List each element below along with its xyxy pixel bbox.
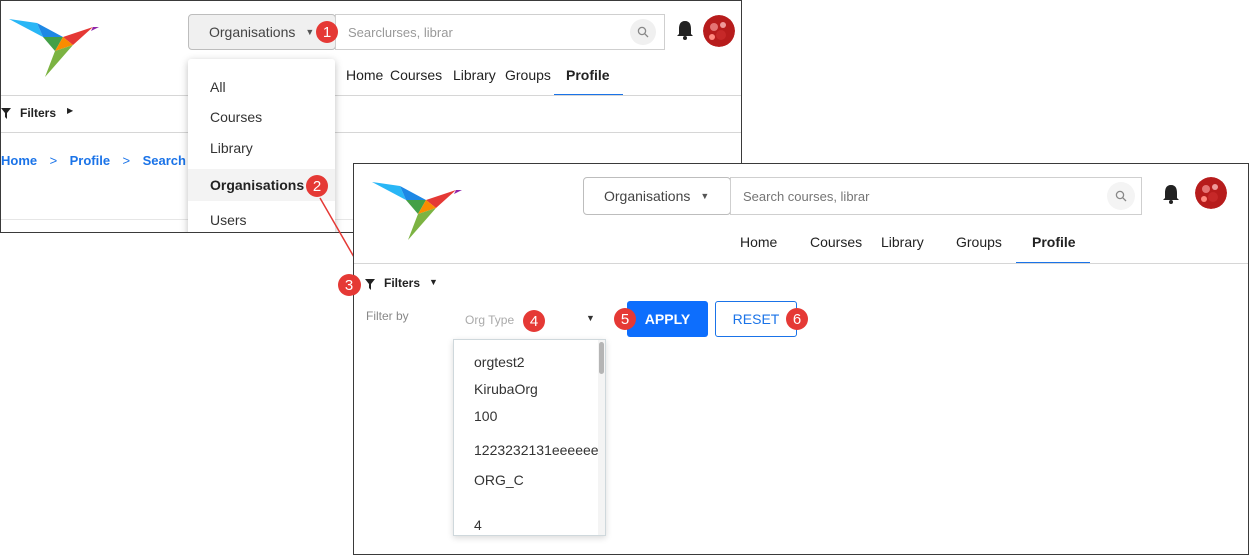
org-type-option[interactable]: 100 xyxy=(474,408,497,424)
org-type-placeholder: Org Type xyxy=(465,313,515,327)
org-type-option[interactable]: KirubaOrg xyxy=(474,381,538,397)
bell-icon[interactable] xyxy=(675,19,695,46)
chevron-down-icon: ▼ xyxy=(429,277,438,287)
list-scrollbar-thumb[interactable] xyxy=(599,342,604,374)
callout-1: 1 xyxy=(316,21,338,43)
apply-button[interactable]: APPLY xyxy=(627,301,708,337)
nav-home[interactable]: Home xyxy=(346,67,383,83)
org-type-options-list[interactable]: orgtest2 KirubaOrg 100 1223232131eeeeeee… xyxy=(453,339,606,536)
filters-toggle[interactable]: Filters xyxy=(20,106,56,120)
breadcrumb-home[interactable]: Home xyxy=(1,153,37,168)
nav-home[interactable]: Home xyxy=(740,234,777,250)
search-input[interactable]: Searclurses, librar xyxy=(336,25,630,40)
avatar[interactable] xyxy=(1195,177,1227,209)
dropdown-item-all[interactable]: All xyxy=(188,79,335,95)
nav-groups[interactable]: Groups xyxy=(956,234,1002,250)
breadcrumb-search[interactable]: Search xyxy=(143,153,186,168)
callout-4: 4 xyxy=(523,310,545,332)
header-divider xyxy=(354,263,1248,264)
filter-icon xyxy=(1,106,11,124)
organisations-dropdown-button[interactable]: Organisations ▼ xyxy=(583,177,731,215)
filter-by-label: Filter by xyxy=(366,309,409,323)
org-button-label: Organisations xyxy=(209,24,296,40)
org-type-option[interactable]: ORG_C xyxy=(474,472,524,488)
filters-divider xyxy=(1,132,741,133)
nav-library[interactable]: Library xyxy=(881,234,924,250)
callout-5: 5 xyxy=(614,308,636,330)
nav-courses[interactable]: Courses xyxy=(390,67,442,83)
header-divider xyxy=(1,95,741,96)
chevron-down-icon: ▼ xyxy=(700,191,710,201)
caret-right-icon: ▶ xyxy=(67,106,74,115)
search-bar xyxy=(730,177,1142,215)
search-placeholder: Searcl xyxy=(348,24,385,40)
org-type-option[interactable]: 1223232131eeeeeee xyxy=(474,442,605,458)
organisations-dropdown-button[interactable]: Organisations ▼ xyxy=(188,14,336,50)
avatar[interactable] xyxy=(703,15,735,47)
chevron-down-icon: ▼ xyxy=(586,313,595,323)
org-type-option[interactable]: 4 xyxy=(474,517,482,533)
search-placeholder-rest: urses, librar xyxy=(384,24,453,40)
breadcrumb-profile[interactable]: Profile xyxy=(70,153,110,168)
filter-icon xyxy=(365,277,375,295)
hummingbird-logo[interactable] xyxy=(370,178,462,244)
org-button-label: Organisations xyxy=(604,188,691,204)
breadcrumb-chevron-icon: > xyxy=(122,153,131,168)
search-icon[interactable] xyxy=(1107,182,1135,210)
callout-3-overlay: 3 xyxy=(338,274,360,296)
chevron-down-icon: ▼ xyxy=(305,27,315,37)
search-bar: Searclurses, librar xyxy=(335,14,665,50)
bell-icon[interactable] xyxy=(1161,183,1181,210)
nav-courses[interactable]: Courses xyxy=(810,234,862,250)
callout-6: 6 xyxy=(786,308,808,330)
screenshot-filter-panel: Organisations ▼ Home Courses Library Gro… xyxy=(353,163,1249,555)
search-scope-dropdown: All Courses Library Organisations Users xyxy=(188,59,335,232)
dropdown-item-users[interactable]: Users xyxy=(188,212,335,228)
hummingbird-logo[interactable] xyxy=(7,15,99,81)
nav-library[interactable]: Library xyxy=(453,67,496,83)
org-type-option[interactable]: orgtest2 xyxy=(474,354,525,370)
search-input[interactable] xyxy=(731,178,1107,214)
reset-button[interactable]: RESET xyxy=(715,301,797,337)
breadcrumb: Home > Profile > Search xyxy=(1,152,186,170)
filters-toggle[interactable]: Filters xyxy=(384,276,420,290)
dropdown-item-courses[interactable]: Courses xyxy=(188,109,335,125)
callout-2: 2 xyxy=(306,175,328,197)
dropdown-item-library[interactable]: Library xyxy=(188,140,335,156)
search-icon[interactable] xyxy=(630,19,656,45)
breadcrumb-chevron-icon: > xyxy=(49,153,58,168)
nav-profile[interactable]: Profile xyxy=(566,67,610,83)
nav-profile[interactable]: Profile xyxy=(1032,234,1076,250)
nav-groups[interactable]: Groups xyxy=(505,67,551,83)
